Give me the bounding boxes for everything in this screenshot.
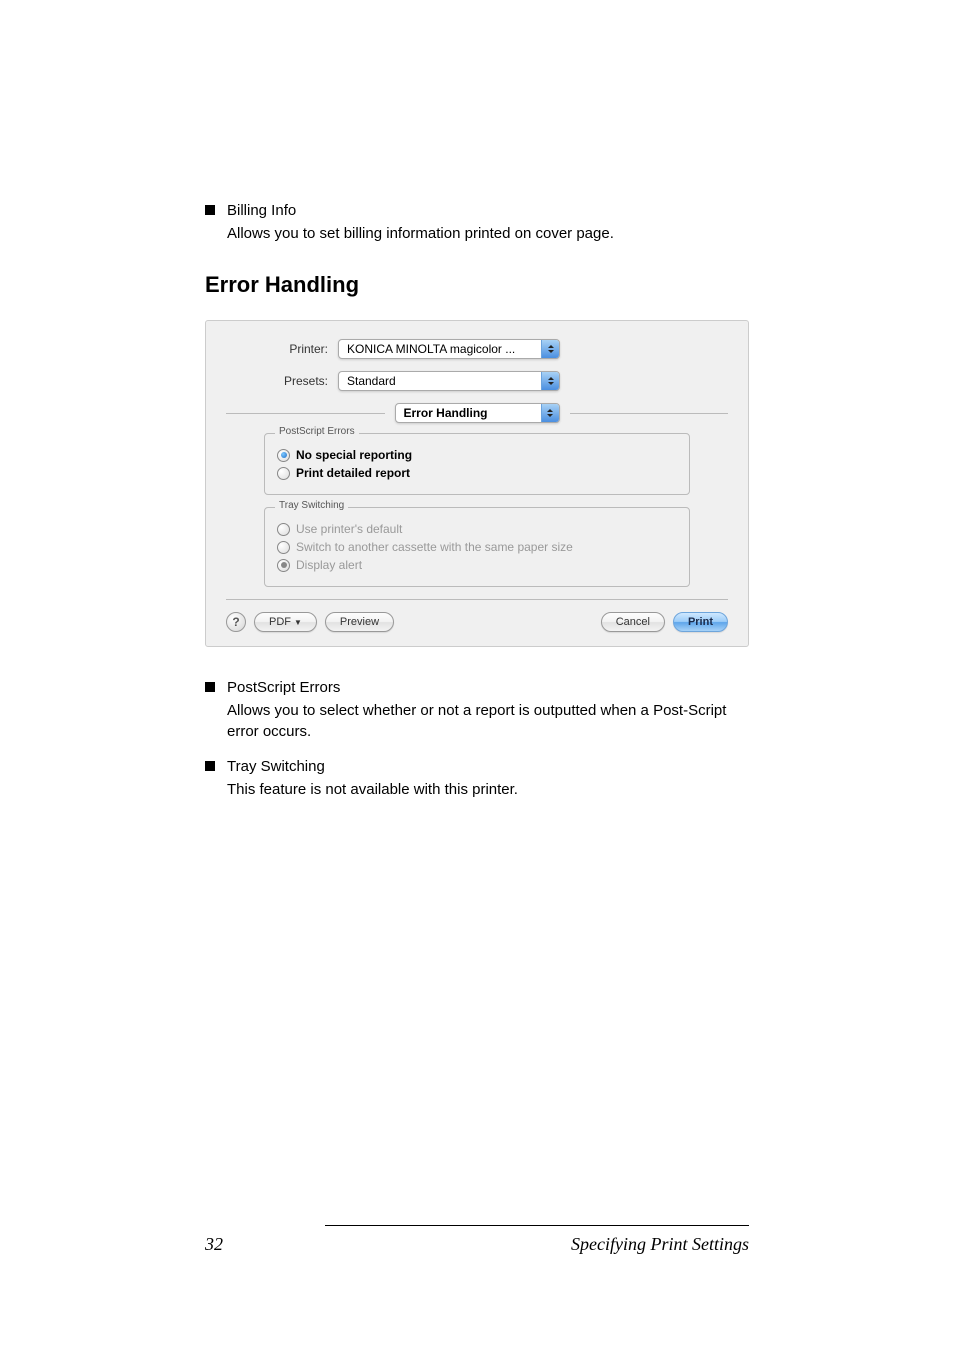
radio-label: Print detailed report [296, 466, 410, 480]
preview-button[interactable]: Preview [325, 612, 394, 632]
help-button[interactable]: ? [226, 612, 246, 632]
page-number: 32 [205, 1234, 223, 1255]
radio-unselected-icon [277, 541, 290, 554]
postscript-errors-fieldset: PostScript Errors No special reporting P… [264, 433, 690, 495]
printer-label: Printer: [226, 342, 338, 356]
footer-title: Specifying Print Settings [571, 1234, 749, 1255]
print-detailed-report-radio[interactable]: Print detailed report [277, 466, 677, 480]
divider [570, 413, 729, 414]
radio-label: Switch to another cassette with the same… [296, 540, 573, 554]
page-footer: 32 Specifying Print Settings [205, 1225, 749, 1255]
switch-cassette-radio: Switch to another cassette with the same… [277, 540, 677, 554]
postscript-desc: Allows you to select whether or not a re… [227, 700, 749, 742]
display-alert-radio: Display alert [277, 558, 677, 572]
chevron-updown-icon [541, 340, 559, 358]
presets-label: Presets: [226, 374, 338, 388]
presets-select-value: Standard [347, 374, 541, 388]
footer-divider [325, 1225, 749, 1226]
chevron-down-icon: ▼ [294, 618, 302, 627]
section-select-value: Error Handling [404, 406, 541, 420]
bullet-square-icon [205, 205, 215, 215]
radio-unselected-icon [277, 523, 290, 536]
pdf-button-label: PDF [269, 616, 291, 628]
chevron-updown-icon [541, 372, 559, 390]
radio-label: Display alert [296, 558, 362, 572]
radio-label: Use printer's default [296, 522, 402, 536]
postscript-errors-item: PostScript Errors Allows you to select w… [205, 677, 749, 742]
radio-label: No special reporting [296, 448, 412, 462]
tray-switching-legend: Tray Switching [275, 500, 348, 511]
section-select[interactable]: Error Handling [395, 403, 560, 423]
tray-switching-item: Tray Switching This feature is not avail… [205, 756, 749, 800]
radio-selected-icon [277, 559, 290, 572]
printer-select[interactable]: KONICA MINOLTA magicolor ... [338, 339, 560, 359]
chevron-updown-icon [541, 404, 559, 422]
radio-selected-icon [277, 449, 290, 462]
postscript-title: PostScript Errors [227, 679, 340, 696]
billing-desc: Allows you to set billing information pr… [227, 223, 614, 244]
bullet-square-icon [205, 761, 215, 771]
tray-title: Tray Switching [227, 758, 325, 775]
print-dialog: Printer: KONICA MINOLTA magicolor ... Pr… [205, 320, 749, 647]
radio-unselected-icon [277, 467, 290, 480]
postscript-errors-legend: PostScript Errors [275, 426, 359, 437]
bullet-square-icon [205, 682, 215, 692]
use-printers-default-radio: Use printer's default [277, 522, 677, 536]
pdf-button[interactable]: PDF ▼ [254, 612, 317, 632]
divider [226, 599, 728, 600]
billing-info-item: Billing Info Allows you to set billing i… [205, 200, 749, 244]
billing-title: Billing Info [227, 202, 296, 219]
divider [226, 413, 385, 414]
printer-select-value: KONICA MINOLTA magicolor ... [347, 342, 541, 356]
error-handling-heading: Error Handling [205, 272, 749, 298]
print-button[interactable]: Print [673, 612, 728, 632]
no-special-reporting-radio[interactable]: No special reporting [277, 448, 677, 462]
tray-desc: This feature is not available with this … [227, 779, 518, 800]
tray-switching-fieldset: Tray Switching Use printer's default Swi… [264, 507, 690, 587]
cancel-button[interactable]: Cancel [601, 612, 665, 632]
presets-select[interactable]: Standard [338, 371, 560, 391]
